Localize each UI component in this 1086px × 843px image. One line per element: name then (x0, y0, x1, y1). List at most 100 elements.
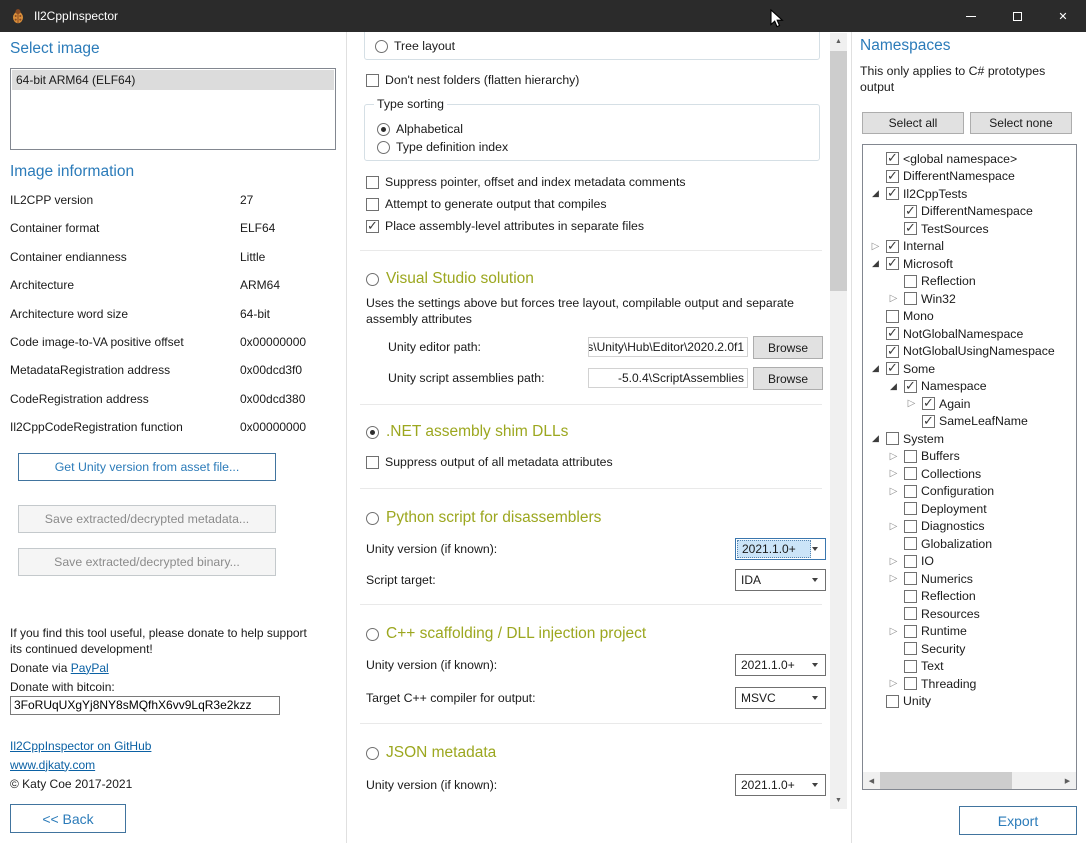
tree-item[interactable]: DifferentNamespace (863, 168, 1076, 186)
expander-expanded-icon[interactable]: ◢ (869, 188, 882, 199)
scroll-down-button[interactable]: ▼ (830, 792, 847, 809)
namespace-checkbox[interactable] (904, 642, 917, 655)
visual-studio-radio-row[interactable]: Visual Studio solution (366, 270, 534, 288)
alphabetical-radio-row[interactable]: Alphabetical (377, 122, 463, 136)
tree-item[interactable]: ◢Some (863, 360, 1076, 378)
namespace-checkbox[interactable] (904, 467, 917, 480)
expander-collapsed-icon[interactable]: ▷ (887, 678, 900, 689)
namespace-checkbox[interactable] (904, 625, 917, 638)
tree-item[interactable]: ▷Numerics (863, 570, 1076, 588)
close-button[interactable]: ✕ (1040, 0, 1086, 32)
namespace-checkbox[interactable] (904, 205, 917, 218)
python-script-radio-row[interactable]: Python script for disassemblers (366, 509, 601, 527)
tree-item[interactable]: Text (863, 658, 1076, 676)
namespace-checkbox[interactable] (886, 240, 899, 253)
suppress-attributes-checkbox-row[interactable]: Suppress output of all metadata attribut… (366, 455, 613, 469)
namespace-checkbox[interactable] (904, 450, 917, 463)
namespace-checkbox[interactable] (886, 310, 899, 323)
tree-item[interactable]: ◢Namespace (863, 378, 1076, 396)
image-list-item-selected[interactable]: 64-bit ARM64 (ELF64) (12, 70, 334, 90)
namespace-checkbox[interactable] (904, 660, 917, 673)
json-unity-version-select[interactable]: 2021.1.0+ (735, 774, 826, 796)
save-metadata-button[interactable]: Save extracted/decrypted metadata... (18, 505, 276, 533)
tree-item[interactable]: Deployment (863, 500, 1076, 518)
shim-dlls-radio-row[interactable]: .NET assembly shim DLLs (366, 423, 568, 441)
tree-item[interactable]: ▷Diagnostics (863, 518, 1076, 536)
tree-item[interactable]: ◢Microsoft (863, 255, 1076, 273)
scroll-left-button[interactable]: ◀ (863, 772, 880, 789)
namespace-checkbox[interactable] (904, 555, 917, 568)
expander-collapsed-icon[interactable]: ▷ (887, 573, 900, 584)
attempt-compiles-checkbox-row[interactable]: Attempt to generate output that compiles (366, 197, 606, 211)
namespace-checkbox[interactable] (904, 677, 917, 690)
tree-item[interactable]: Security (863, 640, 1076, 658)
unity-editor-path-input[interactable]: Files\Unity\Hub\Editor\2020.2.0f1 (588, 337, 748, 357)
namespace-checkbox[interactable] (904, 572, 917, 585)
flatten-checkbox[interactable] (366, 74, 379, 87)
namespace-tree[interactable]: <global namespace>DifferentNamespace◢Il2… (862, 144, 1077, 790)
tree-item[interactable]: ▷Configuration (863, 483, 1076, 501)
flatten-checkbox-row[interactable]: Don't nest folders (flatten hierarchy) (366, 73, 579, 87)
paypal-link[interactable]: PayPal (71, 661, 109, 675)
cpp-project-radio-row[interactable]: C++ scaffolding / DLL injection project (366, 625, 646, 643)
tree-item[interactable]: SameLeafName (863, 413, 1076, 431)
tree-item[interactable]: Unity (863, 693, 1076, 711)
namespace-checkbox[interactable] (904, 380, 917, 393)
tree-item[interactable]: ▷Internal (863, 238, 1076, 256)
back-button[interactable]: << Back (10, 804, 126, 833)
namespace-checkbox[interactable] (886, 327, 899, 340)
namespace-checkbox[interactable] (886, 432, 899, 445)
scrollbar-thumb[interactable] (880, 772, 1012, 789)
tree-item[interactable]: ◢System (863, 430, 1076, 448)
namespace-checkbox[interactable] (904, 222, 917, 235)
expander-collapsed-icon[interactable]: ▷ (887, 451, 900, 462)
alphabetical-radio[interactable] (377, 123, 390, 136)
cpp-project-radio[interactable] (366, 628, 379, 641)
expander-expanded-icon[interactable]: ◢ (869, 258, 882, 269)
namespace-checkbox[interactable] (886, 257, 899, 270)
suppress-comments-checkbox[interactable] (366, 176, 379, 189)
unity-assemblies-path-input[interactable]: -5.0.4\ScriptAssemblies (588, 368, 748, 388)
select-all-button[interactable]: Select all (862, 112, 964, 134)
namespace-checkbox[interactable] (904, 275, 917, 288)
separate-attributes-checkbox[interactable] (366, 220, 379, 233)
expander-collapsed-icon[interactable]: ▷ (887, 486, 900, 497)
website-link[interactable]: www.djkaty.com (10, 758, 95, 772)
tree-item[interactable]: <global namespace> (863, 150, 1076, 168)
tree-item[interactable]: DifferentNamespace (863, 203, 1076, 221)
minimize-button[interactable] (948, 0, 994, 32)
suppress-attributes-checkbox[interactable] (366, 456, 379, 469)
namespace-checkbox[interactable] (886, 152, 899, 165)
suppress-comments-checkbox-row[interactable]: Suppress pointer, offset and index metad… (366, 175, 686, 189)
github-link[interactable]: Il2CppInspector on GitHub (10, 739, 151, 753)
tree-item[interactable]: Globalization (863, 535, 1076, 553)
type-definition-index-radio-row[interactable]: Type definition index (377, 140, 508, 154)
attempt-compiles-checkbox[interactable] (366, 198, 379, 211)
expander-expanded-icon[interactable]: ◢ (869, 433, 882, 444)
export-button[interactable]: Export (959, 806, 1077, 835)
expander-collapsed-icon[interactable]: ▷ (905, 398, 918, 409)
scroll-up-button[interactable]: ▲ (830, 33, 847, 50)
options-vertical-scrollbar[interactable]: ▲ ▼ (830, 33, 847, 809)
tree-item[interactable]: Resources (863, 605, 1076, 623)
get-unity-version-button[interactable]: Get Unity version from asset file... (18, 453, 276, 481)
namespace-checkbox[interactable] (886, 170, 899, 183)
json-metadata-radio-row[interactable]: JSON metadata (366, 744, 496, 762)
tree-layout-radio[interactable] (375, 40, 388, 53)
tree-item[interactable]: Reflection (863, 273, 1076, 291)
expander-collapsed-icon[interactable]: ▷ (887, 521, 900, 532)
script-target-select[interactable]: IDA (735, 569, 826, 591)
visual-studio-radio[interactable] (366, 273, 379, 286)
tree-item[interactable]: NotGlobalNamespace (863, 325, 1076, 343)
tree-item[interactable]: ▷Again (863, 395, 1076, 413)
bitcoin-address-input[interactable] (10, 696, 280, 715)
namespace-checkbox[interactable] (886, 345, 899, 358)
scroll-right-button[interactable]: ▶ (1059, 772, 1076, 789)
browse-editor-path-button[interactable]: Browse (753, 336, 823, 359)
expander-collapsed-icon[interactable]: ▷ (887, 293, 900, 304)
tree-item[interactable]: ◢Il2CppTests (863, 185, 1076, 203)
namespace-checkbox[interactable] (904, 485, 917, 498)
tree-item[interactable]: ▷Win32 (863, 290, 1076, 308)
browse-assemblies-path-button[interactable]: Browse (753, 367, 823, 390)
expander-collapsed-icon[interactable]: ▷ (887, 556, 900, 567)
